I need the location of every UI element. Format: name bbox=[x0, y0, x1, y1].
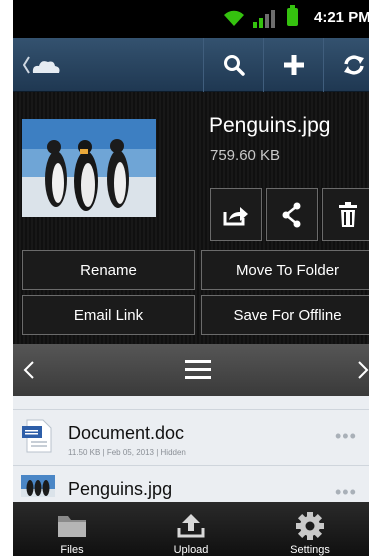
list-item-name: Penguins.jpg bbox=[68, 479, 173, 499]
list-item[interactable]: Penguins.jpg ••• bbox=[13, 465, 369, 502]
wifi-icon bbox=[224, 10, 244, 26]
status-bar: 4:21 PM bbox=[13, 0, 369, 38]
cloud-icon bbox=[32, 61, 60, 73]
delete-button[interactable] bbox=[322, 188, 369, 241]
tab-files[interactable]: Files bbox=[13, 502, 131, 556]
list-item-meta: 11.50 KB | Feb 05, 2013 | Hidden bbox=[68, 448, 186, 457]
move-to-folder-button[interactable]: Move To Folder bbox=[201, 250, 369, 290]
more-options-icon[interactable]: ••• bbox=[335, 482, 357, 502]
doc-file-icon bbox=[22, 419, 52, 453]
add-button[interactable] bbox=[263, 38, 323, 92]
share-icon bbox=[282, 202, 301, 227]
search-button[interactable] bbox=[203, 38, 263, 92]
tab-settings[interactable]: Settings bbox=[251, 502, 369, 556]
tab-label: Upload bbox=[173, 544, 209, 556]
file-details-panel: Penguins.jpg 759.60 KB Rename Move To Fo… bbox=[13, 92, 369, 344]
gear-icon bbox=[296, 512, 324, 540]
more-options-icon[interactable]: ••• bbox=[335, 426, 357, 447]
status-time: 4:21 PM bbox=[314, 9, 369, 26]
tab-label: Settings bbox=[290, 544, 330, 556]
bottom-tab-bar: Files Upload Settings bbox=[13, 502, 369, 556]
search-icon bbox=[223, 55, 245, 76]
file-thumbnail bbox=[22, 119, 156, 217]
file-name: Penguins.jpg bbox=[209, 114, 331, 137]
export-icon bbox=[223, 206, 248, 225]
navigation-strip bbox=[13, 344, 369, 396]
rename-button[interactable]: Rename bbox=[22, 250, 195, 290]
signal-icon bbox=[253, 10, 275, 28]
list-item-name: Document.doc bbox=[68, 423, 185, 443]
back-chevron-icon[interactable] bbox=[23, 54, 63, 76]
battery-icon bbox=[287, 5, 298, 26]
delete-icon bbox=[339, 201, 357, 227]
sync-icon bbox=[343, 55, 364, 75]
phone-screen: 4:21 PM Penguins.jpg 759.60 KB Rename Mo… bbox=[13, 0, 369, 556]
save-for-offline-button[interactable]: Save For Offline bbox=[201, 295, 369, 335]
next-arrow-icon[interactable] bbox=[357, 360, 369, 380]
file-list: Document.doc 11.50 KB | Feb 05, 2013 | H… bbox=[13, 396, 369, 502]
previous-arrow-icon[interactable] bbox=[23, 360, 35, 380]
share-button[interactable] bbox=[266, 188, 318, 241]
tab-label: Files bbox=[60, 544, 84, 556]
menu-icon[interactable] bbox=[185, 359, 211, 381]
folder-icon bbox=[58, 516, 86, 537]
sync-button[interactable] bbox=[323, 38, 369, 92]
export-button[interactable] bbox=[210, 188, 262, 241]
add-icon bbox=[283, 55, 304, 75]
upload-icon bbox=[177, 514, 205, 538]
image-thumbnail-icon bbox=[21, 475, 55, 497]
tab-upload[interactable]: Upload bbox=[132, 502, 250, 556]
email-link-button[interactable]: Email Link bbox=[22, 295, 195, 335]
file-size: 759.60 KB bbox=[210, 147, 281, 164]
action-bar bbox=[13, 38, 369, 92]
